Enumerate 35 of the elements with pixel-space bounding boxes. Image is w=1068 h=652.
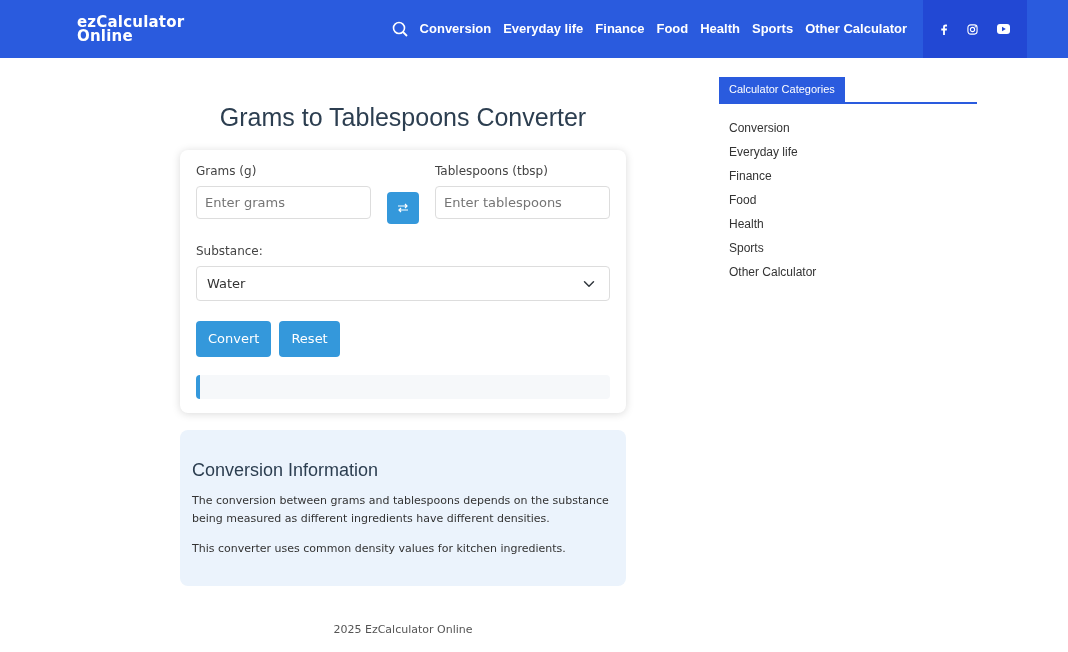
info-paragraph: This converter uses common density values for kitchen ingredients. — [192, 540, 567, 557]
nav-link[interactable]: Finance — [595, 19, 645, 39]
sidebar-link[interactable]: Health — [729, 211, 977, 236]
field-label: Tablespoons (tbsp) — [435, 163, 549, 180]
sidebar-link[interactable]: Food — [729, 187, 977, 212]
nav-link[interactable]: Conversion — [419, 19, 492, 39]
nav-link[interactable]: Everyday life — [503, 19, 584, 39]
nav-link[interactable]: Sports — [751, 19, 794, 39]
action-button[interactable]: Reset — [279, 321, 340, 357]
substance-select[interactable]: Water — [196, 266, 610, 301]
search-icon[interactable] — [391, 21, 408, 37]
sidebar-link[interactable]: Finance — [729, 163, 977, 188]
page-title: Grams to Tablespoons Converter — [218, 102, 588, 132]
input-field[interactable]: Enter tablespoons — [435, 186, 610, 219]
action-button[interactable]: Convert — [196, 321, 272, 357]
input-field[interactable]: Enter grams — [196, 186, 371, 219]
field-label: Grams (g) — [196, 163, 258, 180]
youtube-icon[interactable] — [996, 24, 1010, 34]
sidebar-link[interactable]: Conversion — [729, 115, 977, 140]
nav-link[interactable]: Health — [700, 19, 740, 39]
instagram-icon[interactable] — [967, 23, 978, 35]
footer-text: 2025 EzCalculator Online — [332, 621, 474, 638]
field-label: Substance: — [196, 243, 264, 260]
sidebar-link[interactable]: Sports — [729, 235, 977, 260]
swap-icon — [397, 203, 409, 213]
nav-link[interactable]: Food — [656, 19, 689, 39]
info-heading: Conversion Information — [192, 460, 380, 482]
info-paragraph: The conversion between grams and tablespoons depends on the substance being measured as different ingredients have different densities. — [192, 492, 610, 527]
facebook-icon[interactable] — [940, 23, 949, 35]
logo-text[interactable]: Online — [77, 29, 185, 43]
nav-link[interactable]: Other Calculator — [805, 19, 907, 39]
sidebar-title: Calculator Categories — [719, 77, 845, 102]
sidebar-link[interactable]: Other Calculator — [729, 259, 977, 284]
sidebar-link[interactable]: Everyday life — [729, 139, 977, 164]
logo-text[interactable]: ezCalculator — [77, 15, 185, 29]
